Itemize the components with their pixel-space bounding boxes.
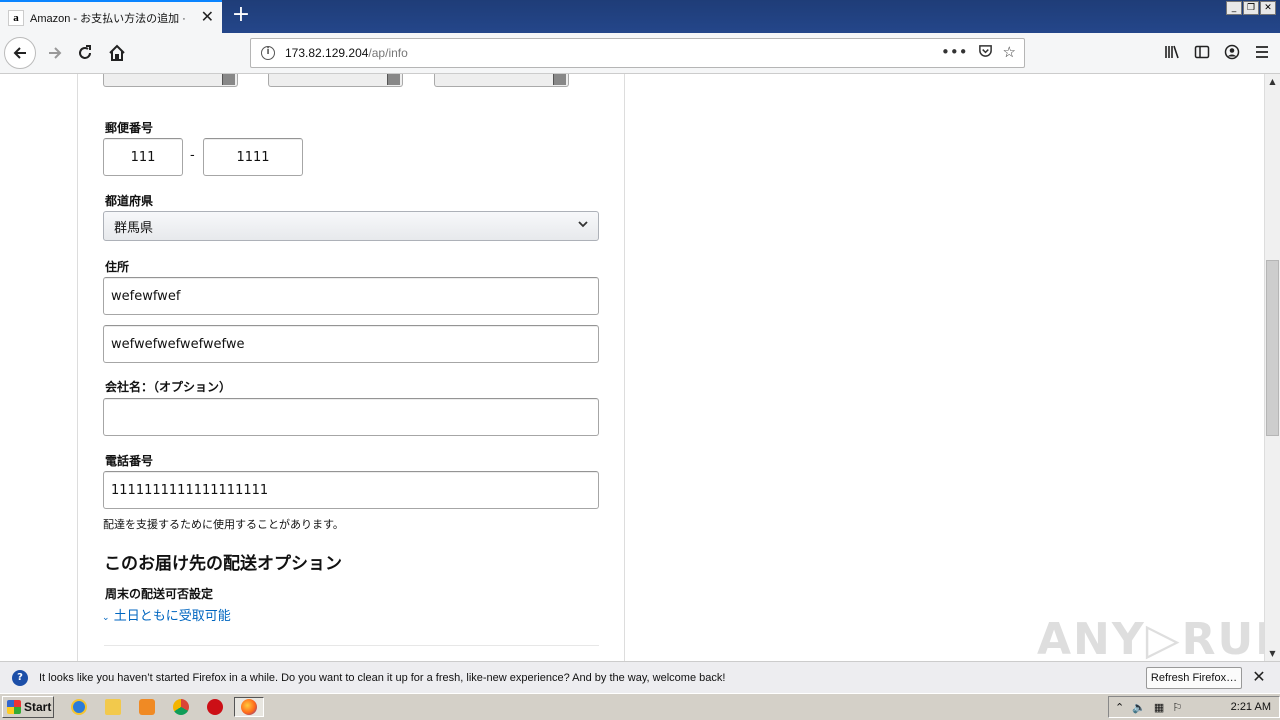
reload-button[interactable] xyxy=(70,38,100,68)
action-center-flag-icon[interactable]: ⚐ xyxy=(1172,701,1182,714)
scroll-down-icon[interactable]: ▼ xyxy=(1265,646,1280,661)
home-icon xyxy=(109,44,125,61)
back-arrow-icon xyxy=(13,47,26,59)
zip-label: 郵便番号 xyxy=(105,121,154,135)
navigation-toolbar: i 173.82.129.204/ap/info ••• ☆ xyxy=(0,33,1280,74)
phone-label: 電話番号 xyxy=(105,454,154,468)
delivery-options-heading: このお届け先の配送オプション xyxy=(104,554,342,574)
question-icon: ? xyxy=(12,669,28,686)
network-icon[interactable]: ▦ xyxy=(1154,701,1164,714)
amazon-favicon-icon: a xyxy=(8,9,24,26)
bookmark-star-icon[interactable]: ☆ xyxy=(1003,43,1016,62)
library-icon[interactable] xyxy=(1164,44,1180,64)
tab-title: Amazon - お支払い方法の追加 · xyxy=(30,12,186,25)
address-label: 住所 xyxy=(105,260,130,274)
notification-close-icon[interactable]: ✕ xyxy=(1250,667,1268,687)
windows-taskbar: Start ⌃ 🔈 ▦ ⚐ 2:21 AM xyxy=(0,693,1280,720)
close-window-icon[interactable]: ✕ xyxy=(1260,1,1276,15)
url-host: 173.82.129.204 xyxy=(285,46,369,60)
prefecture-value: 群馬県 xyxy=(114,220,154,236)
refresh-firefox-button[interactable]: Refresh Firefox… xyxy=(1146,667,1242,689)
tab-amazon[interactable]: a Amazon - お支払い方法の追加 · ✕ xyxy=(0,0,222,33)
reload-icon xyxy=(79,45,91,59)
phone-note: 配達を支援するために使用することがあります。 xyxy=(103,518,344,531)
zip-separator: - xyxy=(190,148,195,163)
media-player-taskbar-icon[interactable] xyxy=(136,697,158,717)
tab-close-icon[interactable]: ✕ xyxy=(201,9,214,25)
forward-button[interactable] xyxy=(40,38,70,68)
clock[interactable]: 2:21 AM xyxy=(1231,701,1271,713)
url-bar[interactable]: i 173.82.129.204/ap/info ••• ☆ xyxy=(250,38,1025,68)
phone-field[interactable]: 1111111111111111111 xyxy=(103,471,599,509)
chevron-down-icon: ⌄ xyxy=(102,613,110,623)
toolbar-icons xyxy=(1164,44,1270,64)
menu-hamburger-icon[interactable] xyxy=(1254,44,1270,64)
select-stub[interactable] xyxy=(434,74,569,87)
start-button[interactable]: Start xyxy=(2,696,54,718)
company-label: 会社名：（オプション） xyxy=(105,380,232,394)
address-line1-field[interactable]: wefewfwef xyxy=(103,277,599,315)
zip-second-field[interactable]: 1111 xyxy=(203,138,303,176)
minimize-icon[interactable]: _ xyxy=(1226,1,1242,15)
weekend-delivery-label: 周末の配送可否設定 xyxy=(105,587,214,601)
start-label: Start xyxy=(24,700,52,714)
windows-logo-icon xyxy=(7,700,21,714)
explorer-taskbar-icon[interactable] xyxy=(102,697,124,717)
window-controls: _ ❐ ✕ xyxy=(1226,1,1276,15)
page-content: 郵便番号 111 - 1111 都道府県 群馬県 住所 wefewfwef we… xyxy=(0,74,1264,661)
company-field[interactable] xyxy=(103,398,599,436)
scroll-up-icon[interactable]: ▲ xyxy=(1265,74,1280,89)
home-button[interactable] xyxy=(102,38,132,68)
sidebar-icon[interactable] xyxy=(1194,44,1210,64)
account-icon[interactable] xyxy=(1224,44,1240,64)
chrome-taskbar-icon[interactable] xyxy=(170,697,192,717)
new-tab-button[interactable]: + xyxy=(230,4,252,26)
section-divider xyxy=(104,645,599,646)
chevron-down-icon xyxy=(577,218,589,233)
notification-message: It looks like you haven’t started Firefo… xyxy=(39,671,726,684)
ie-taskbar-icon[interactable] xyxy=(68,697,90,717)
zip-first-field[interactable]: 111 xyxy=(103,138,183,176)
select-stub[interactable] xyxy=(103,74,238,87)
anyrun-watermark: ANY▷RUN xyxy=(1037,614,1264,661)
url-path: /ap/info xyxy=(368,46,408,60)
column-border-right xyxy=(624,74,625,661)
prefecture-select[interactable]: 群馬県 xyxy=(103,211,599,241)
opera-taskbar-icon[interactable] xyxy=(204,697,226,717)
back-button[interactable] xyxy=(4,37,36,69)
firefox-taskbar-icon[interactable] xyxy=(234,697,264,717)
scroll-thumb[interactable] xyxy=(1266,260,1279,436)
weekend-delivery-link[interactable]: ⌄ 土日ともに受取可能 xyxy=(102,605,231,624)
forward-arrow-icon xyxy=(49,47,62,59)
page-scrollbar[interactable]: ▲ ▼ xyxy=(1264,74,1280,661)
select-stub[interactable] xyxy=(268,74,403,87)
restore-icon[interactable]: ❐ xyxy=(1243,1,1259,15)
site-info-icon[interactable]: i xyxy=(261,46,275,60)
notification-bar: ? It looks like you haven’t started Fire… xyxy=(0,661,1280,693)
tab-strip: a Amazon - お支払い方法の追加 · ✕ + _ ❐ ✕ xyxy=(0,0,1280,33)
page-actions-icon[interactable]: ••• xyxy=(941,43,968,62)
volume-icon[interactable]: 🔈 xyxy=(1132,701,1146,714)
prefecture-label: 都道府県 xyxy=(105,194,154,208)
system-tray: ⌃ 🔈 ▦ ⚐ 2:21 AM xyxy=(1108,696,1280,718)
address-line2-field[interactable]: wefwefwefwefwefwe xyxy=(103,325,599,363)
column-border-left xyxy=(77,74,78,661)
pocket-icon[interactable] xyxy=(978,43,993,62)
tray-expand-icon[interactable]: ⌃ xyxy=(1115,701,1124,714)
weekend-delivery-link-text: 土日ともに受取可能 xyxy=(113,609,231,624)
